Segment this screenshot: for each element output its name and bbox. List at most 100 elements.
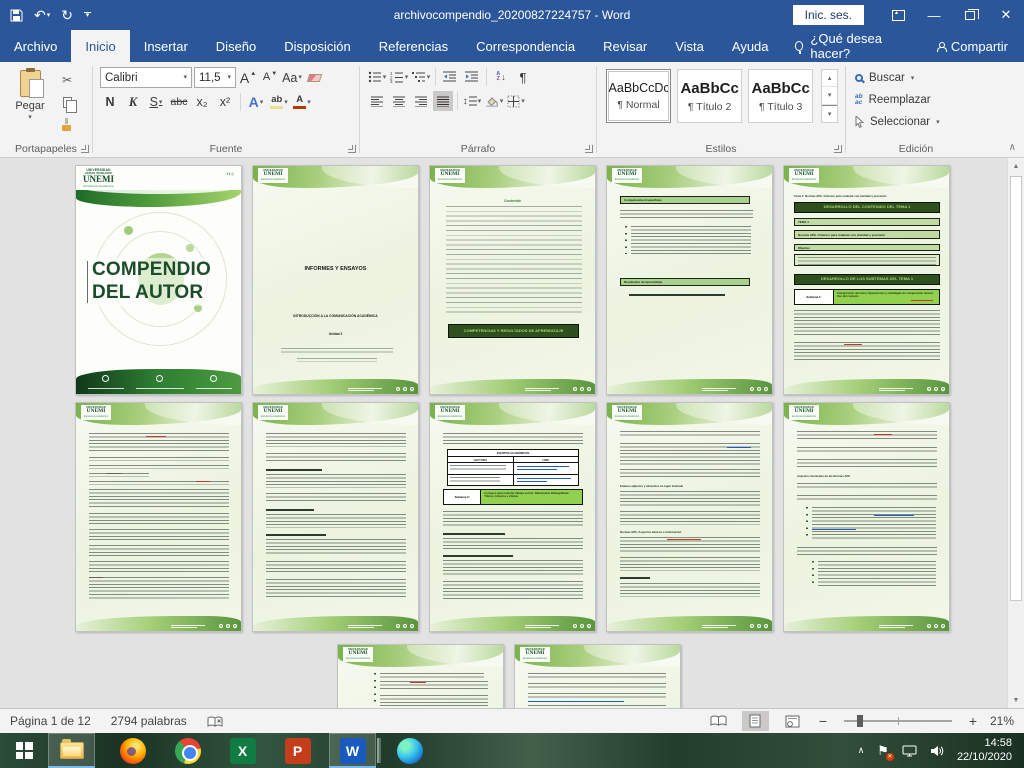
word-count[interactable]: 2794 palabras: [111, 714, 187, 728]
web-layout-button[interactable]: [779, 711, 806, 731]
redo-button[interactable]: ↻: [61, 8, 73, 22]
read-mode-button[interactable]: [705, 711, 732, 731]
cut-button[interactable]: ✂: [55, 70, 79, 90]
text-effects-button[interactable]: A▾: [246, 92, 266, 112]
action-center-flag-icon[interactable]: ⚑✕: [877, 743, 889, 759]
shading-button[interactable]: ▾: [484, 91, 504, 111]
taskbar-firefox[interactable]: [109, 733, 156, 768]
numbering-button[interactable]: 123▾: [389, 67, 409, 87]
page-thumbnail-5[interactable]: UNIVERSIDADUNEMIExcelencia Académica Tem…: [783, 165, 950, 395]
find-button[interactable]: Buscar▾: [855, 69, 977, 87]
bold-button[interactable]: N: [100, 92, 120, 112]
zoom-slider[interactable]: [844, 720, 952, 722]
tab-vista[interactable]: Vista: [661, 30, 718, 62]
page-thumbnail-8[interactable]: UNIVERSIDADUNEMIExcelencia Académica EQU…: [429, 402, 596, 632]
show-marks-button[interactable]: ¶: [513, 67, 533, 87]
page-thumbnail-6[interactable]: UNIVERSIDADUNEMIExcelencia Académica ft◎: [75, 402, 242, 632]
align-left-button[interactable]: [367, 91, 387, 111]
page-thumbnail-11[interactable]: UNIVERSIDADUNEMIExcelencia Académica: [337, 644, 504, 708]
replace-button[interactable]: abac Reemplazar: [855, 91, 977, 109]
paragraph-dialog-launcher[interactable]: [585, 145, 593, 153]
change-case-button[interactable]: Aa▾: [282, 68, 302, 88]
zoom-in-button[interactable]: +: [966, 713, 980, 729]
sort-button[interactable]: AZ ↓: [491, 67, 511, 87]
ribbon-display-options-button[interactable]: [880, 0, 916, 30]
hidden-icons-chevron[interactable]: ∧: [858, 745, 865, 756]
page-thumbnail-10[interactable]: UNIVERSIDADUNEMIExcelencia Académica Asp…: [783, 402, 950, 632]
style-normal[interactable]: AaBbCcDc ¶ Normal: [606, 69, 671, 123]
tab-insertar[interactable]: Insertar: [130, 30, 202, 62]
page-thumbnail-9[interactable]: UNIVERSIDADUNEMIExcelencia Académica Enl…: [606, 402, 773, 632]
align-center-button[interactable]: [389, 91, 409, 111]
page-thumbnail-7[interactable]: UNIVERSIDADUNEMIExcelencia Académica ft◎: [252, 402, 419, 632]
style-titulo-2[interactable]: AaBbCc ¶ Título 2: [677, 69, 742, 123]
share-button[interactable]: Compartir: [921, 30, 1024, 62]
grow-font-button[interactable]: A▲: [238, 68, 258, 88]
scrollbar-thumb[interactable]: [1010, 176, 1022, 601]
justify-button[interactable]: [433, 91, 453, 111]
styles-dialog-launcher[interactable]: [834, 145, 842, 153]
scroll-down-arrow[interactable]: ▼: [1008, 692, 1024, 708]
page-thumbnail-4[interactable]: UNIVERSIDADUNEMIExcelencia Académica Com…: [606, 165, 773, 395]
zoom-out-button[interactable]: −: [816, 713, 830, 729]
italic-button[interactable]: K: [123, 92, 143, 112]
multilevel-list-button[interactable]: ▾: [411, 67, 431, 87]
tell-me-box[interactable]: ¿Qué desea hacer?: [783, 30, 921, 62]
sign-in-button[interactable]: Inic. ses.: [793, 5, 864, 25]
taskbar-clock[interactable]: 14:58 22/10/2020: [957, 737, 1012, 765]
tab-referencias[interactable]: Referencias: [365, 30, 462, 62]
taskbar-word[interactable]: W: [329, 733, 376, 768]
superscript-button[interactable]: x²: [215, 92, 235, 112]
font-size-combo[interactable]: 11,5▾: [194, 67, 236, 88]
increase-indent-button[interactable]: [462, 67, 482, 87]
taskbar-excel[interactable]: X: [219, 733, 266, 768]
print-layout-button[interactable]: [742, 711, 769, 731]
decrease-indent-button[interactable]: [440, 67, 460, 87]
styles-more-button[interactable]: ▾: [822, 105, 837, 122]
shrink-font-button[interactable]: A▼: [260, 68, 280, 88]
volume-icon[interactable]: [930, 745, 944, 757]
customize-qat-icon[interactable]: ▾: [84, 12, 91, 18]
bullets-button[interactable]: ▾: [367, 67, 387, 87]
strikethrough-button[interactable]: abc: [169, 92, 189, 112]
start-button[interactable]: [0, 733, 48, 768]
tab-archivo[interactable]: Archivo: [0, 30, 71, 62]
collapse-ribbon-button[interactable]: ∧: [1009, 142, 1016, 153]
tab-correspondencia[interactable]: Correspondencia: [462, 30, 589, 62]
undo-dropdown-icon[interactable]: ▾: [47, 12, 51, 19]
font-dialog-launcher[interactable]: [348, 145, 356, 153]
page-thumbnail-1[interactable]: UNIVERSIDAD ESTATAL DE MILAGRO UNEMI Exc…: [75, 165, 242, 395]
network-icon[interactable]: [902, 745, 917, 757]
undo-button[interactable]: ↶▾: [34, 8, 50, 22]
select-button[interactable]: Seleccionar▾: [855, 113, 977, 131]
tab-diseno[interactable]: Diseño: [202, 30, 270, 62]
tab-ayuda[interactable]: Ayuda: [718, 30, 783, 62]
clipboard-dialog-launcher[interactable]: [81, 145, 89, 153]
subscript-button[interactable]: x₂: [192, 92, 212, 112]
font-family-combo[interactable]: Calibri▾: [100, 67, 192, 88]
tab-inicio[interactable]: Inicio: [71, 30, 129, 62]
save-icon[interactable]: [10, 9, 23, 22]
taskbar-edge[interactable]: [386, 733, 433, 768]
styles-scroll-up[interactable]: ▴: [822, 70, 837, 87]
borders-button[interactable]: ▾: [506, 91, 526, 111]
minimize-button[interactable]: —: [916, 0, 952, 30]
restore-button[interactable]: [952, 0, 988, 30]
proofing-icon[interactable]: [207, 715, 223, 728]
vertical-scrollbar[interactable]: ▲ ▼: [1007, 158, 1024, 708]
taskbar-chrome[interactable]: [164, 733, 211, 768]
tab-disposicion[interactable]: Disposición: [270, 30, 364, 62]
line-spacing-button[interactable]: ↕ ▾: [462, 91, 482, 111]
page-thumbnail-12[interactable]: UNIVERSIDADUNEMIExcelencia Académica: [514, 644, 681, 708]
styles-scroll-down[interactable]: ▾: [822, 87, 837, 104]
page-thumbnail-3[interactable]: UNIVERSIDADUNEMIExcelencia Académica Con…: [429, 165, 596, 395]
font-color-button[interactable]: A▾: [292, 92, 312, 112]
underline-button[interactable]: S▾: [146, 92, 166, 112]
format-painter-button[interactable]: [55, 114, 79, 134]
zoom-level[interactable]: 21%: [990, 714, 1014, 728]
style-titulo-3[interactable]: AaBbCc ¶ Título 3: [748, 69, 813, 123]
close-button[interactable]: ✕: [988, 0, 1024, 30]
page-thumbnail-2[interactable]: UNIVERSIDADUNEMIExcelencia Académica INF…: [252, 165, 419, 395]
highlight-color-button[interactable]: ab▾: [269, 92, 289, 112]
taskbar-file-explorer[interactable]: [48, 733, 95, 768]
